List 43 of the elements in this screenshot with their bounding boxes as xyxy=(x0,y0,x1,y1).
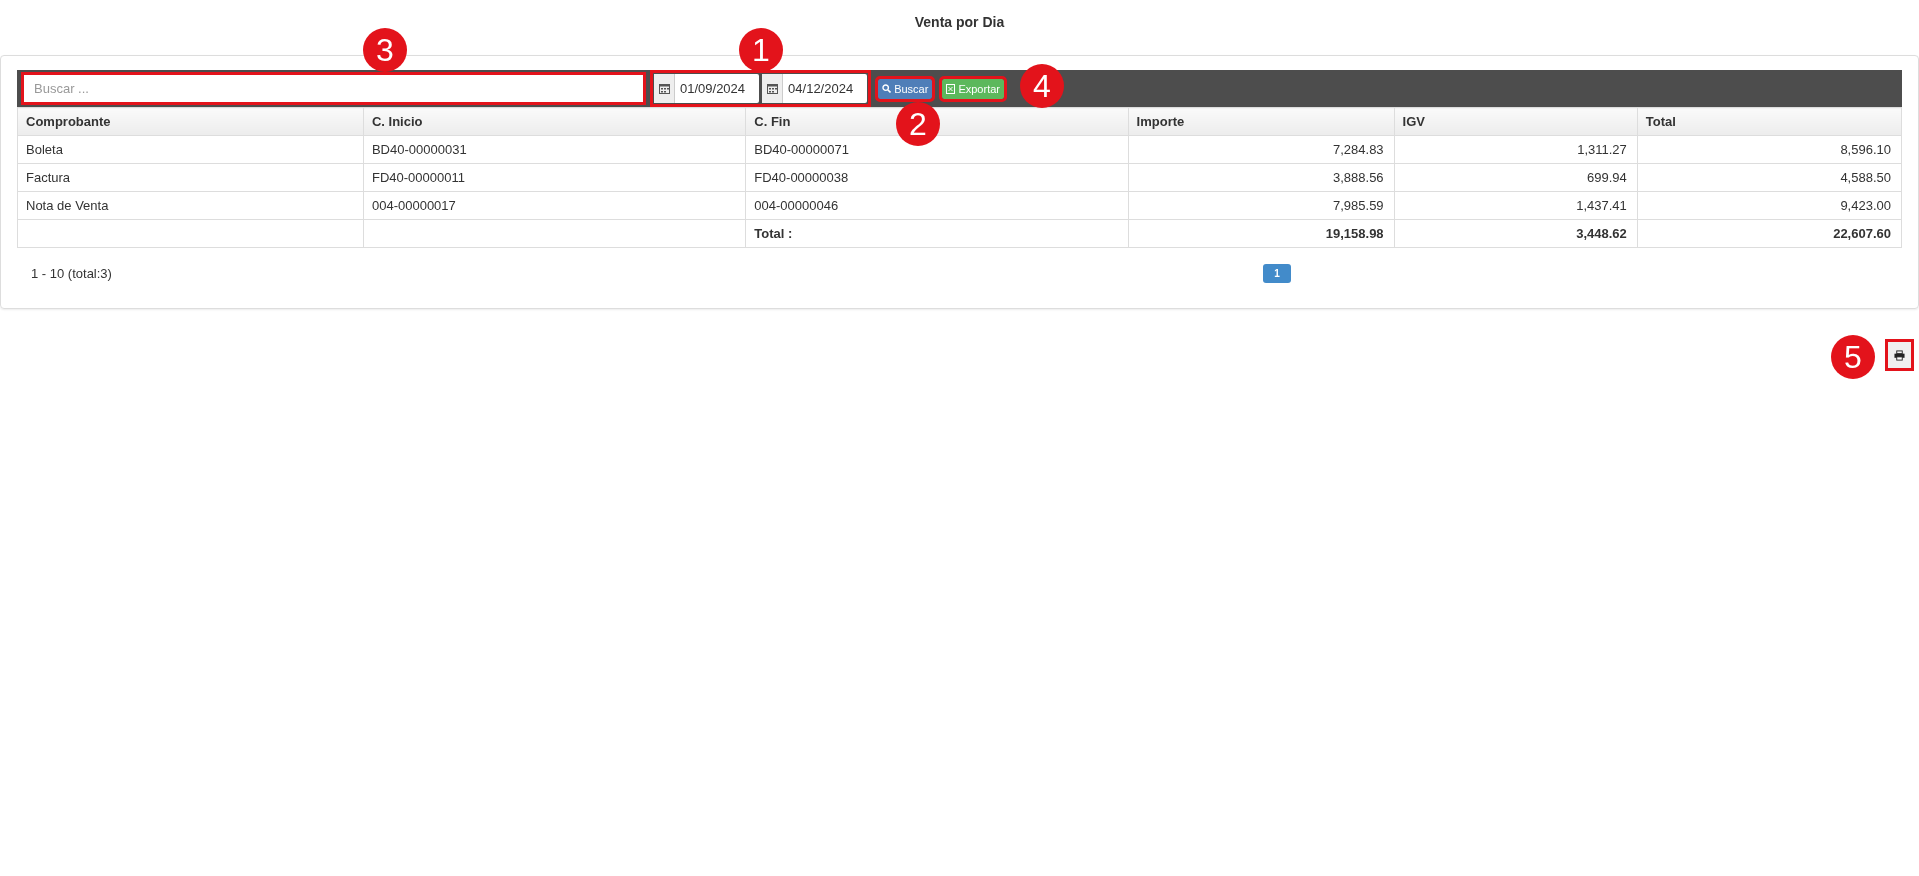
date-field[interactable]: 04/12/2024 xyxy=(762,74,868,103)
table-cell: BD40-00000031 xyxy=(363,135,746,164)
search-field[interactable]: Buscar ... xyxy=(21,72,646,105)
column-header: Total xyxy=(1637,107,1902,136)
table-cell: Factura xyxy=(17,163,364,192)
spreadsheet-icon xyxy=(946,83,956,94)
table-cell: Nota de Venta xyxy=(17,191,364,220)
search-button[interactable]: Buscar xyxy=(878,78,933,99)
table-cell: 4,588.50 xyxy=(1637,163,1902,192)
page-title: Venta por Dia xyxy=(914,14,1005,30)
column-header: IGV xyxy=(1394,107,1638,136)
table-cell: FD40-00000038 xyxy=(745,163,1129,192)
table-cell: 3,888.56 xyxy=(1128,163,1395,192)
column-header: Importe xyxy=(1128,107,1395,136)
date-field[interactable]: 01/09/2024 xyxy=(654,74,760,103)
table-cell: 004-00000046 xyxy=(745,191,1129,220)
table-cell: 004-00000017 xyxy=(363,191,746,220)
total-cell: 3,448.62 xyxy=(1394,219,1638,248)
printer-icon xyxy=(1894,349,1905,361)
column-header: C. Inicio xyxy=(363,107,746,136)
table-cell: 9,423.00 xyxy=(1637,191,1902,220)
callout-number: 5 xyxy=(1831,335,1875,379)
table-cell: 1,311.27 xyxy=(1394,135,1638,164)
table-cell: 1,437.41 xyxy=(1394,191,1638,220)
total-label: Total : xyxy=(745,219,1129,248)
print-button[interactable] xyxy=(1885,339,1914,371)
table-cell: Boleta xyxy=(17,135,364,164)
export-button[interactable]: Exportar xyxy=(942,78,1004,99)
table-cell: 8,596.10 xyxy=(1637,135,1902,164)
table-cell: 7,985.59 xyxy=(1128,191,1395,220)
calendar-icon xyxy=(658,83,670,94)
callout-number: 3 xyxy=(363,28,407,72)
total-cell: 22,607.60 xyxy=(1637,219,1902,248)
table-cell: 7,284.83 xyxy=(1128,135,1395,164)
calendar-icon xyxy=(766,83,778,94)
search-icon xyxy=(882,84,892,93)
total-cell: 19,158.98 xyxy=(1128,219,1395,248)
column-header: Comprobante xyxy=(17,107,364,136)
page-button[interactable]: 1 xyxy=(1263,263,1291,283)
table-cell: 699.94 xyxy=(1394,163,1638,192)
table-cell: FD40-00000011 xyxy=(363,163,746,192)
pagination-summary: 1 - 10 (total:3) xyxy=(31,265,113,281)
callout-number: 1 xyxy=(739,28,783,72)
